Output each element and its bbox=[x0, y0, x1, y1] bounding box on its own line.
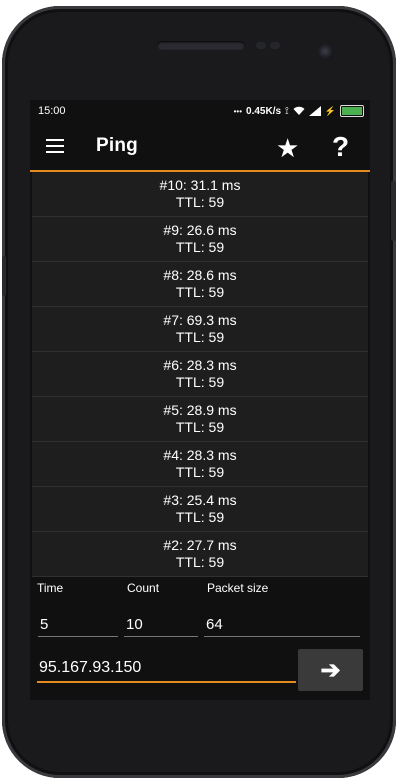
signal-dots-icon: ••• bbox=[233, 106, 243, 116]
list-item: #8: 28.6 ms TTL: 59 bbox=[32, 262, 368, 307]
ping-time: #9: 26.6 ms bbox=[163, 222, 237, 238]
ping-results-list[interactable]: #10: 31.1 ms TTL: 59 #9: 26.6 ms TTL: 59 #… bbox=[32, 172, 368, 577]
settings-fields: 5 10 64 bbox=[30, 601, 370, 641]
list-item: #6: 28.3 ms TTL: 59 bbox=[32, 352, 368, 397]
ttl-value: TTL: 59 bbox=[175, 419, 225, 435]
ttl-value: TTL: 59 bbox=[175, 194, 225, 210]
packet-size-label: Packet size bbox=[207, 581, 269, 595]
ping-time: #10: 31.1 ms bbox=[159, 177, 241, 193]
power-button bbox=[391, 181, 396, 241]
time-label: Time bbox=[37, 581, 64, 595]
ping-time: #8: 28.6 ms bbox=[163, 267, 237, 283]
list-item: #4: 28.3 ms TTL: 59 bbox=[32, 442, 368, 487]
network-speed: 0.45K/s bbox=[246, 105, 282, 117]
count-field[interactable]: 10 bbox=[124, 613, 198, 637]
front-camera bbox=[318, 44, 334, 60]
earpiece-speaker bbox=[157, 41, 245, 50]
ttl-value: TTL: 59 bbox=[175, 284, 225, 300]
proximity-sensor bbox=[256, 42, 266, 49]
charging-icon: ⚡ bbox=[324, 105, 336, 116]
light-sensor bbox=[270, 42, 280, 49]
list-item: #5: 28.9 ms TTL: 59 bbox=[32, 397, 368, 442]
arrow-right-icon: ➔ bbox=[320, 656, 341, 684]
volume-button bbox=[2, 256, 6, 296]
ping-time: #5: 28.9 ms bbox=[163, 402, 237, 418]
settings-labels: Time Count Packet size bbox=[30, 581, 370, 601]
ping-time: #3: 25.4 ms bbox=[163, 492, 237, 508]
list-item: #2: 27.7 ms TTL: 59 bbox=[32, 532, 368, 577]
status-icons: ••• 0.45K/s ⟟ ⚡ bbox=[234, 105, 364, 117]
list-item: #7: 69.3 ms TTL: 59 bbox=[32, 307, 368, 352]
app-screen: 15:00 ••• 0.45K/s ⟟ ⚡ Ping ★ ? #10: 31.1… bbox=[30, 100, 370, 700]
wifi-icon bbox=[293, 106, 305, 115]
cell-signal-icon bbox=[308, 106, 321, 116]
status-bar: 15:00 ••• 0.45K/s ⟟ ⚡ bbox=[30, 100, 370, 122]
status-time: 15:00 bbox=[38, 105, 66, 117]
star-icon[interactable]: ★ bbox=[276, 135, 299, 161]
ping-time: #7: 69.3 ms bbox=[163, 312, 237, 328]
list-item: #9: 26.6 ms TTL: 59 bbox=[32, 217, 368, 262]
app-toolbar: Ping ★ ? bbox=[30, 122, 370, 172]
battery-icon bbox=[340, 105, 364, 117]
ping-time: #4: 28.3 ms bbox=[163, 447, 237, 463]
ping-settings: Time Count Packet size 5 10 64 bbox=[30, 581, 370, 641]
ping-time: #2: 27.7 ms bbox=[163, 537, 237, 553]
menu-icon[interactable] bbox=[46, 139, 64, 153]
ttl-value: TTL: 59 bbox=[175, 509, 225, 525]
ttl-value: TTL: 59 bbox=[175, 554, 225, 570]
list-item: #10: 31.1 ms TTL: 59 bbox=[32, 172, 368, 217]
ttl-value: TTL: 59 bbox=[175, 239, 225, 255]
time-field[interactable]: 5 bbox=[38, 613, 118, 637]
ttl-value: TTL: 59 bbox=[175, 464, 225, 480]
count-label: Count bbox=[127, 581, 160, 595]
host-input[interactable]: 95.167.93.150 bbox=[37, 655, 296, 683]
start-ping-button[interactable]: ➔ bbox=[298, 649, 363, 691]
packet-size-field[interactable]: 64 bbox=[204, 613, 360, 637]
help-icon[interactable]: ? bbox=[332, 133, 349, 161]
list-item: #3: 25.4 ms TTL: 59 bbox=[32, 487, 368, 532]
ttl-value: TTL: 59 bbox=[175, 374, 225, 390]
page-title: Ping bbox=[96, 135, 138, 156]
vibrate-icon: ⟟ bbox=[285, 105, 289, 117]
ping-time: #6: 28.3 ms bbox=[163, 357, 237, 373]
host-row: 95.167.93.150 ➔ bbox=[30, 649, 370, 691]
ttl-value: TTL: 59 bbox=[175, 329, 225, 345]
